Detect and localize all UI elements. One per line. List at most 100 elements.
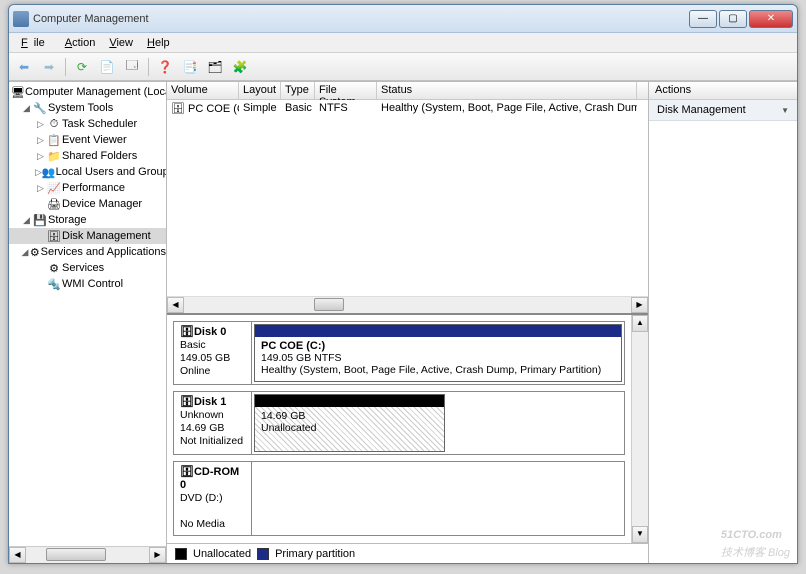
center-panel: VolumeLayoutTypeFile SystemStatus 🗄 PC C…: [167, 82, 649, 563]
tree-node[interactable]: ▷👥Local Users and Groups: [9, 164, 166, 180]
tree-panel: 🖥Computer Management (Local◢🔧System Tool…: [9, 82, 167, 563]
tree-icon: 🔩: [46, 277, 62, 291]
tree-node[interactable]: 🗄Disk Management: [9, 228, 166, 244]
tree-node[interactable]: ▷📈Performance: [9, 180, 166, 196]
help-button[interactable]: ❓: [154, 56, 176, 78]
disk-volumes: 14.69 GBUnallocated: [252, 392, 624, 454]
disk-graphical-view: 🗄Disk 0Basic149.05 GBOnlinePC COE (C:)14…: [167, 313, 648, 543]
graphical-scrollbar[interactable]: ▲ ▼: [631, 315, 648, 543]
column-header[interactable]: Volume: [167, 82, 239, 99]
cell: Simple: [239, 102, 281, 114]
tree-icon: 🖥: [11, 85, 25, 99]
toolbar-icon[interactable]: 🧩: [229, 56, 251, 78]
tree-node[interactable]: ▷📋Event Viewer: [9, 132, 166, 148]
tree-node[interactable]: ⚙Services: [9, 260, 166, 276]
actions-header: Actions: [649, 82, 797, 100]
tree-node[interactable]: 🖥Computer Management (Local: [9, 84, 166, 100]
scroll-down-icon[interactable]: ▼: [632, 526, 648, 543]
toolbar-icon[interactable]: 🗔: [121, 56, 143, 78]
legend: UnallocatedPrimary partition: [167, 543, 648, 563]
toolbar-icon[interactable]: 🗂: [204, 56, 226, 78]
close-button[interactable]: ✕: [749, 10, 793, 28]
tree-icon: 📋: [46, 133, 62, 147]
refresh-button[interactable]: ⟳: [71, 56, 93, 78]
volume-row[interactable]: 🗄 PC COE (C:)SimpleBasicNTFSHealthy (Sys…: [167, 100, 648, 116]
tree-icon: ⏱: [46, 117, 62, 131]
tree-icon: ⚙: [46, 261, 62, 275]
disk-row[interactable]: 🗄Disk 1Unknown14.69 GBNot Initialized14.…: [173, 391, 625, 455]
legend-swatch: [257, 548, 269, 560]
tree-icon: 💾: [32, 213, 48, 227]
window: Computer Management — ▢ ✕ File Action Vi…: [8, 4, 798, 564]
app-icon: [13, 11, 29, 27]
window-buttons: — ▢ ✕: [689, 10, 793, 28]
chevron-down-icon: ▼: [781, 106, 789, 115]
titlebar[interactable]: Computer Management — ▢ ✕: [9, 5, 797, 33]
disk-info: 🗄CD-ROM 0DVD (D:)No Media: [174, 462, 252, 535]
tree-node[interactable]: ◢🔧System Tools: [9, 100, 166, 116]
content: 🖥Computer Management (Local◢🔧System Tool…: [9, 81, 797, 563]
minimize-button[interactable]: —: [689, 10, 717, 28]
scroll-thumb[interactable]: [46, 548, 106, 561]
tree-icon: 👥: [42, 165, 56, 179]
tree-label: WMI Control: [62, 278, 123, 290]
menu-file[interactable]: File: [15, 35, 57, 51]
disk-row[interactable]: 🗄Disk 0Basic149.05 GBOnlinePC COE (C:)14…: [173, 321, 625, 385]
menubar: File Action View Help: [9, 33, 797, 53]
tree-label: Computer Management (Local: [25, 86, 167, 98]
scroll-up-icon[interactable]: ▲: [632, 315, 648, 332]
volume-header-bar: [255, 395, 444, 407]
volume-list[interactable]: 🗄 PC COE (C:)SimpleBasicNTFSHealthy (Sys…: [167, 100, 648, 296]
toolbar-icon[interactable]: 📑: [179, 56, 201, 78]
disk-row[interactable]: 🗄CD-ROM 0DVD (D:)No Media: [173, 461, 625, 536]
tree-node[interactable]: 🖨Device Manager: [9, 196, 166, 212]
column-header[interactable]: File System: [315, 82, 377, 99]
tree-scrollbar[interactable]: ◀ ▶: [9, 546, 166, 563]
cell: NTFS: [315, 102, 377, 114]
tree-node[interactable]: ◢💾Storage: [9, 212, 166, 228]
volume-block[interactable]: 14.69 GBUnallocated: [254, 394, 445, 452]
disk-volumes: [252, 462, 624, 535]
tree-node[interactable]: ◢⚙Services and Applications: [9, 244, 166, 260]
volume-header-bar: [255, 325, 621, 337]
scroll-right-icon[interactable]: ▶: [631, 297, 648, 313]
disk-info: 🗄Disk 0Basic149.05 GBOnline: [174, 322, 252, 384]
tree-label: Storage: [48, 214, 87, 226]
menu-view[interactable]: View: [103, 35, 139, 51]
tree-label: Local Users and Groups: [56, 166, 167, 178]
column-header[interactable]: Layout: [239, 82, 281, 99]
menu-action[interactable]: Action: [59, 35, 102, 51]
scroll-right-icon[interactable]: ▶: [149, 547, 166, 563]
legend-swatch: [175, 548, 187, 560]
column-header[interactable]: Status: [377, 82, 637, 99]
volume-body: 14.69 GBUnallocated: [255, 407, 444, 451]
tree-node[interactable]: ▷⏱Task Scheduler: [9, 116, 166, 132]
tree-node[interactable]: ▷📁Shared Folders: [9, 148, 166, 164]
action-disk-management[interactable]: Disk Management ▼: [649, 100, 797, 121]
action-label: Disk Management: [657, 104, 746, 116]
scroll-thumb[interactable]: [314, 298, 344, 311]
disk-info: 🗄Disk 1Unknown14.69 GBNot Initialized: [174, 392, 252, 454]
tree-icon: 🖨: [46, 197, 62, 211]
back-button[interactable]: ⬅: [13, 56, 35, 78]
column-headers: VolumeLayoutTypeFile SystemStatus: [167, 82, 648, 100]
legend-label: Primary partition: [275, 548, 355, 560]
list-scrollbar[interactable]: ◀ ▶: [167, 296, 648, 313]
scroll-left-icon[interactable]: ◀: [167, 297, 184, 313]
tree-label: Services and Applications: [41, 246, 166, 258]
volume-block[interactable]: PC COE (C:)149.05 GB NTFSHealthy (System…: [254, 324, 622, 382]
cell: Healthy (System, Boot, Page File, Active…: [377, 102, 637, 114]
tree-label: Disk Management: [62, 230, 151, 242]
scroll-left-icon[interactable]: ◀: [9, 547, 26, 563]
tree-icon: ⚙: [29, 245, 41, 259]
maximize-button[interactable]: ▢: [719, 10, 747, 28]
forward-button[interactable]: ➡: [38, 56, 60, 78]
properties-button[interactable]: 📄: [96, 56, 118, 78]
volume-body: PC COE (C:)149.05 GB NTFSHealthy (System…: [255, 337, 621, 381]
tree-icon: 🗄: [46, 229, 62, 243]
tree-label: Device Manager: [62, 198, 142, 210]
tree-label: Performance: [62, 182, 125, 194]
tree-node[interactable]: 🔩WMI Control: [9, 276, 166, 292]
column-header[interactable]: Type: [281, 82, 315, 99]
menu-help[interactable]: Help: [141, 35, 176, 51]
